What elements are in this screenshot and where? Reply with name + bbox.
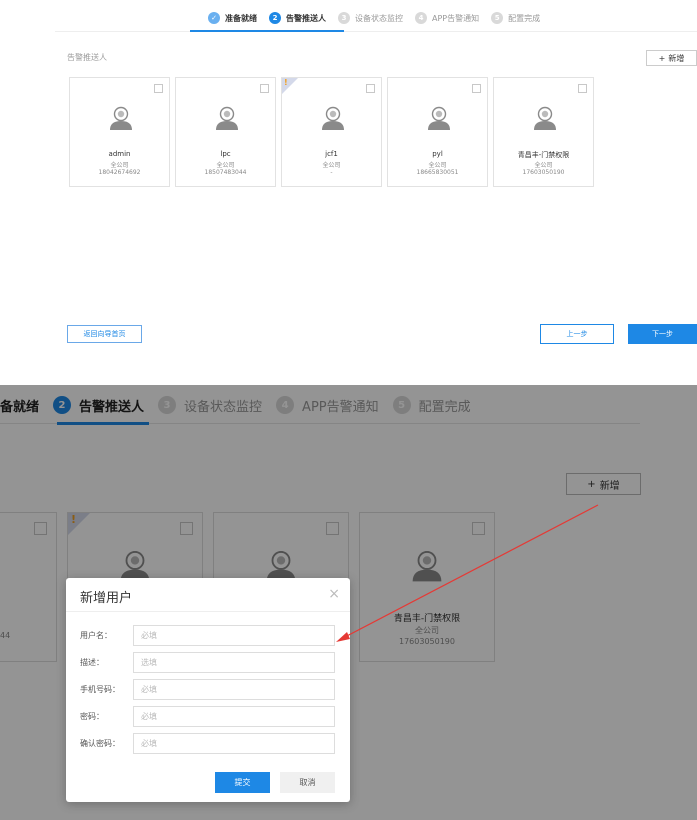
select-checkbox[interactable] xyxy=(154,84,163,93)
user-avatar-icon xyxy=(534,106,556,130)
step-label: 告警推送人 xyxy=(286,13,326,23)
phone-input[interactable] xyxy=(133,679,335,700)
next-step-button[interactable]: 下一步 xyxy=(628,324,697,344)
step-number: 2 xyxy=(269,12,281,24)
add-user-dialog: 新增用户 × 用户名： 描述： 手机号码： 密码： 确认密码： 提交 取消 xyxy=(66,578,350,802)
add-user-label: 新增 xyxy=(668,53,685,63)
user-name: 青昌丰-门禁权限 xyxy=(517,151,570,159)
select-checkbox[interactable] xyxy=(366,84,375,93)
step-label: APP告警通知 xyxy=(432,13,480,23)
step-label: 准备就绪 xyxy=(225,13,257,23)
user-org: 全公司 xyxy=(322,162,341,169)
user-name: lpc xyxy=(220,150,231,158)
select-checkbox[interactable] xyxy=(578,84,587,93)
user-org: 全公司 xyxy=(110,162,129,169)
form-row-username: 用户名： xyxy=(66,625,350,647)
form-row-phone: 手机号码： xyxy=(66,679,350,701)
step-device-monitor[interactable]: 3 设备状态监控 xyxy=(338,12,403,24)
step-label: 配置完成 xyxy=(508,13,541,23)
user-org: 全公司 xyxy=(428,162,447,169)
user-card[interactable]: ! jcf1 全公司 - xyxy=(281,77,382,187)
password-input[interactable] xyxy=(133,706,335,727)
description-input[interactable] xyxy=(133,652,335,673)
user-phone: 18665830051 xyxy=(416,169,459,176)
wizard-page: ✓ 准备就绪 2 告警推送人 3 设备状态监控 4 APP告警通知 5 配置完成… xyxy=(0,0,697,385)
form-row-description: 描述： xyxy=(66,652,350,674)
user-phone: 17603050190 xyxy=(522,169,565,176)
step-ready[interactable]: ✓ 准备就绪 xyxy=(208,12,257,24)
zoomed-dialog-view: 备就绪 2 告警推送人 3 设备状态监控 4 APP告警通知 5 配置完成 + … xyxy=(0,385,697,820)
add-user-button[interactable]: + 新增 xyxy=(646,50,697,66)
user-card[interactable]: admin 全公司 18042674692 xyxy=(69,77,170,187)
user-name: jcf1 xyxy=(325,150,338,158)
user-phone: 18042674692 xyxy=(98,169,141,176)
phone-label: 手机号码： xyxy=(80,685,120,694)
cancel-button[interactable]: 取消 xyxy=(280,772,335,793)
dialog-title: 新增用户 xyxy=(80,591,133,606)
step-label: 设备状态监控 xyxy=(355,13,403,23)
user-card-list: admin 全公司 18042674692 lpc 全公司 1850748304… xyxy=(69,77,594,187)
close-icon[interactable]: × xyxy=(328,586,340,602)
user-avatar-icon xyxy=(110,106,132,130)
confirm-password-input[interactable] xyxy=(133,733,335,754)
form-row-confirm-password: 确认密码： xyxy=(66,733,350,755)
confirm-password-label: 确认密码： xyxy=(80,739,120,748)
description-label: 描述： xyxy=(80,658,104,667)
user-org: 全公司 xyxy=(216,162,235,169)
step-alert-recipients[interactable]: 2 告警推送人 xyxy=(269,12,326,24)
wizard-stepper: ✓ 准备就绪 2 告警推送人 3 设备状态监控 4 APP告警通知 5 配置完成 xyxy=(208,8,540,28)
back-to-wizard-home-button[interactable]: 返回向导首页 xyxy=(67,325,142,343)
active-step-underline xyxy=(190,30,344,32)
user-name: pyl xyxy=(432,150,443,158)
stepper-rule xyxy=(55,31,697,32)
previous-step-button[interactable]: 上一步 xyxy=(540,324,614,344)
select-checkbox[interactable] xyxy=(260,84,269,93)
select-checkbox[interactable] xyxy=(472,84,481,93)
step-number: 3 xyxy=(338,12,350,24)
step-complete[interactable]: 5 配置完成 xyxy=(491,12,540,24)
exclamation-icon: ! xyxy=(284,78,288,87)
user-avatar-icon xyxy=(428,106,450,130)
user-name: admin xyxy=(108,150,131,158)
section-title: 告警推送人 xyxy=(67,53,107,62)
username-label: 用户名： xyxy=(80,631,112,640)
dialog-divider xyxy=(66,611,350,612)
user-card[interactable]: lpc 全公司 18507483044 xyxy=(175,77,276,187)
user-phone: - xyxy=(330,169,333,176)
plus-icon: + xyxy=(658,53,666,63)
user-avatar-icon xyxy=(216,106,238,130)
user-phone: 18507483044 xyxy=(204,169,247,176)
step-app-notify[interactable]: 4 APP告警通知 xyxy=(415,12,479,24)
user-card[interactable]: pyl 全公司 18665830051 xyxy=(387,77,488,187)
user-avatar-icon xyxy=(322,106,344,130)
password-label: 密码： xyxy=(80,712,104,721)
form-row-password: 密码： xyxy=(66,706,350,728)
username-input[interactable] xyxy=(133,625,335,646)
step-number: 4 xyxy=(415,12,427,24)
user-card[interactable]: 青昌丰-门禁权限 全公司 17603050190 xyxy=(493,77,594,187)
user-org: 全公司 xyxy=(534,162,553,169)
check-icon: ✓ xyxy=(208,12,220,24)
step-number: 5 xyxy=(491,12,504,24)
submit-button[interactable]: 提交 xyxy=(215,772,270,793)
